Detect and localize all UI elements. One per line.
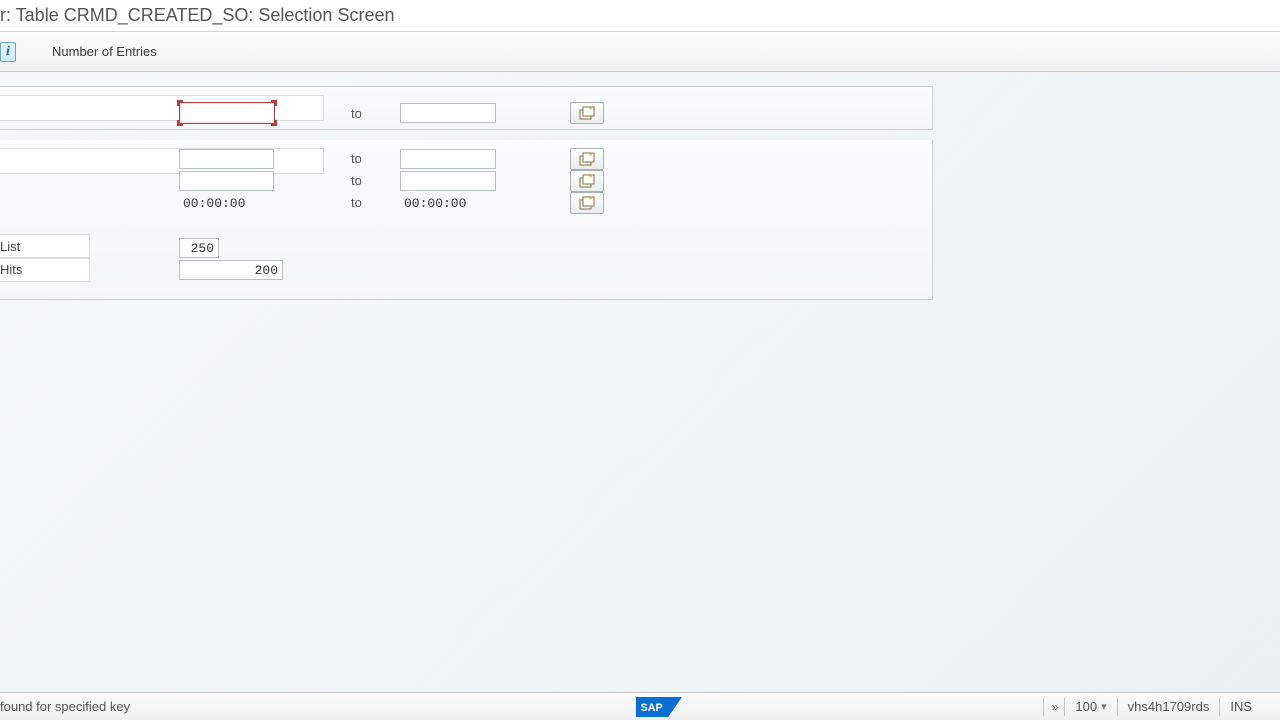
focus-corner-icon [271, 100, 277, 106]
row4-to-input[interactable] [400, 193, 496, 213]
row2-from-input[interactable] [179, 149, 274, 169]
row4-from-input[interactable] [179, 193, 274, 213]
row2-to-label: to [351, 151, 362, 166]
row2-multiple-selection-button[interactable] [570, 148, 604, 170]
list-input[interactable] [179, 238, 219, 258]
row3-to-input[interactable] [400, 171, 496, 191]
application-toolbar: i Number of Entries [0, 32, 1280, 72]
focus-corner-icon [271, 120, 277, 126]
selection-screen-body: to to to to [0, 72, 1280, 692]
row2-to-input[interactable] [400, 149, 496, 169]
hits-label: Hits [0, 262, 22, 277]
multiple-selection-icon [579, 106, 595, 120]
focus-corner-icon [177, 100, 183, 106]
hits-input[interactable] [179, 260, 283, 280]
row3-multiple-selection-button[interactable] [570, 170, 604, 192]
group-2-inset-a [0, 148, 324, 174]
number-of-entries-button[interactable]: Number of Entries [44, 40, 165, 63]
info-button[interactable]: i [0, 42, 16, 62]
window-title: r: Table CRMD_CREATED_SO: Selection Scre… [0, 5, 394, 26]
focus-corner-icon [177, 120, 183, 126]
info-icon: i [6, 44, 10, 60]
status-message: found for specified key [0, 699, 130, 714]
group-1-inset [0, 95, 324, 121]
expand-statusbar-icon[interactable]: » [1043, 698, 1065, 716]
status-right-cluster: » 100 ▾ vhs4h1709rds INS [1043, 698, 1280, 716]
multiple-selection-icon [579, 152, 595, 166]
multiple-selection-icon [579, 174, 595, 188]
chevron-down-icon: ▾ [1101, 700, 1107, 713]
status-bar: found for specified key SAP » 100 ▾ vhs4… [0, 692, 1280, 720]
row3-to-label: to [351, 173, 362, 188]
row1-to-label: to [351, 106, 362, 121]
zoom-value: 100 [1075, 699, 1097, 714]
row1-to-input[interactable] [400, 103, 496, 123]
row1-multiple-selection-button[interactable] [570, 102, 604, 124]
list-label: List [0, 239, 20, 254]
row3-from-input[interactable] [179, 171, 274, 191]
multiple-selection-icon [579, 196, 595, 210]
sap-logo-icon: SAP [635, 697, 683, 717]
row1-from-input[interactable] [179, 102, 275, 124]
window-title-bar: r: Table CRMD_CREATED_SO: Selection Scre… [0, 0, 1280, 32]
insert-mode: INS [1219, 698, 1262, 716]
zoom-level[interactable]: 100 ▾ [1064, 698, 1116, 716]
system-name: vhs4h1709rds [1117, 698, 1220, 716]
row4-to-label: to [351, 195, 362, 210]
svg-text:SAP: SAP [640, 701, 662, 713]
row4-multiple-selection-button[interactable] [570, 192, 604, 214]
